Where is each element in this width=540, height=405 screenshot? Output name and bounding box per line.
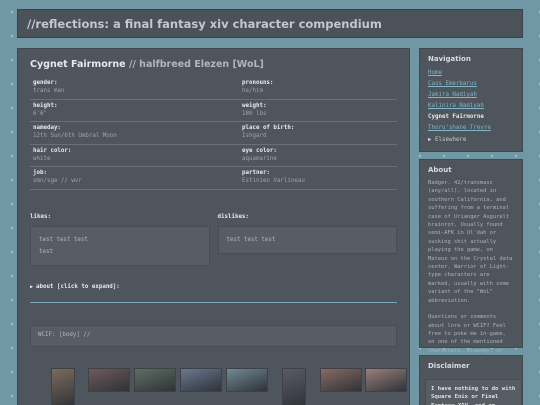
- info-label: partner:: [242, 170, 270, 176]
- info-value: 180 lbs: [242, 110, 267, 117]
- triangle-right-icon: ▶: [428, 137, 432, 143]
- dislikes-section: dislikes: test test test: [217, 213, 397, 266]
- elsewhere-toggle[interactable]: ▶ Elsewhere: [420, 134, 522, 146]
- info-label: pronouns:: [242, 80, 274, 86]
- likes-label: likes:: [30, 213, 51, 220]
- info-cell: pronouns: he/him: [239, 77, 397, 100]
- info-cell: hair color: white: [30, 145, 239, 167]
- character-heading: Cygnet Fairmorne // halfbreed Elezen [Wo…: [30, 59, 397, 70]
- nav-link[interactable]: Cygnet Fairmorne: [428, 112, 514, 123]
- info-label: place of birth:: [242, 125, 295, 131]
- gallery-thumbnail[interactable]: [365, 367, 407, 392]
- info-value: Estinien Varlineau: [242, 178, 305, 184]
- image-gallery: [30, 367, 407, 405]
- info-cell: height: 6'6": [30, 100, 239, 122]
- info-value: trans man: [33, 88, 65, 94]
- nav-link[interactable]: Thoru'shane Trevre: [428, 123, 514, 134]
- likes-item: test: [39, 248, 53, 255]
- info-label: hair color:: [33, 147, 72, 154]
- disclaimer-block: Disclaimer I have nothing to do with Squ…: [419, 355, 523, 405]
- navigation-title: Navigation: [428, 55, 471, 63]
- site-title: //reflections: a final fantasy xiv chara…: [27, 16, 382, 31]
- character-name: Cygnet Fairmorne: [30, 59, 126, 70]
- likes-box: test test test test: [30, 225, 210, 266]
- about-title: About: [428, 166, 452, 174]
- info-cell: eye color: aquamarine: [239, 145, 397, 167]
- elsewhere-label: Elsewhere: [435, 137, 467, 143]
- character-info-grid: gender: trans man pronouns: he/him height: 6'…: [30, 77, 397, 190]
- gallery-thumbnail[interactable]: [51, 367, 75, 405]
- nav-link[interactable]: Jakira Nadiyah: [428, 90, 514, 101]
- info-cell: partner: Estinien Varlineau: [239, 167, 397, 190]
- navigation-links: Home Cass Emerbarus Jakira Nadiyah Kalinira…: [420, 68, 522, 134]
- info-cell: gender: trans man: [30, 77, 239, 100]
- triangle-right-icon: ▶: [30, 283, 34, 290]
- info-value: 6'6": [33, 110, 47, 117]
- gallery-thumbnail[interactable]: [180, 367, 222, 392]
- info-cell: job: smn/sge // wvr: [30, 167, 239, 190]
- info-label: job:: [33, 170, 47, 176]
- info-label: nameday:: [33, 125, 61, 131]
- character-panel: Cygnet Fairmorne // halfbreed Elezen [Wo…: [17, 48, 410, 405]
- dislikes-label: dislikes:: [217, 213, 249, 220]
- gallery-thumbnail[interactable]: [88, 367, 130, 392]
- disclaimer-title: Disclaimer: [428, 362, 470, 370]
- nav-link[interactable]: Cass Emerbarus: [428, 79, 514, 90]
- info-label: gender:: [33, 80, 58, 86]
- info-label: eye color:: [242, 147, 277, 154]
- info-cell: weight: 180 lbs: [239, 100, 397, 122]
- gallery-thumbnail[interactable]: [134, 367, 176, 392]
- gallery-thumbnail[interactable]: [282, 367, 306, 405]
- character-subtitle: // halfbreed Elezen [WoL]: [128, 59, 264, 70]
- about-block: About Badger. 42/transmasc (any/all), lo…: [419, 159, 523, 362]
- info-value: aquamarine: [242, 155, 277, 162]
- info-label: height:: [33, 102, 58, 109]
- nav-link[interactable]: Kalinira Nadiyah: [428, 101, 514, 112]
- info-value: white: [33, 155, 51, 162]
- gallery-thumbnail[interactable]: [320, 367, 362, 392]
- nav-link[interactable]: Home: [428, 68, 514, 79]
- likes-section: likes: test test test test: [30, 214, 210, 266]
- about-toggle-label: about [click to expand]:: [36, 283, 120, 290]
- gallery-thumbnail[interactable]: [226, 367, 268, 392]
- info-value: 12th Sun/6th Umbral Moon: [33, 133, 117, 139]
- info-value: he/him: [242, 88, 263, 94]
- about-toggle[interactable]: ▶ about [click to expand]:: [30, 284, 397, 303]
- info-value: Ishgard: [242, 133, 267, 139]
- site-header: //reflections: a final fantasy xiv chara…: [17, 9, 523, 38]
- navigation-block: Navigation Home Cass Emerbarus Jakira Nadi…: [419, 48, 523, 152]
- info-label: weight:: [242, 102, 267, 109]
- info-cell: place of birth: Ishgard: [239, 122, 397, 145]
- likes-dislikes-row: likes: test test test test dislikes: tes…: [30, 214, 397, 266]
- about-text: Badger. 42/transmasc (any/all), located …: [428, 180, 513, 304]
- dislikes-box: test test test: [217, 225, 397, 254]
- likes-item: test test test: [39, 236, 88, 243]
- info-value: smn/sge // wvr: [33, 178, 82, 184]
- dislikes-item: test test test: [226, 236, 276, 243]
- wcif-box: WCIF: [body] //: [30, 324, 397, 347]
- info-cell: nameday: 12th Sun/6th Umbral Moon: [30, 122, 239, 145]
- disclaimer-text: I have nothing to do with Square Enix or…: [425, 379, 522, 405]
